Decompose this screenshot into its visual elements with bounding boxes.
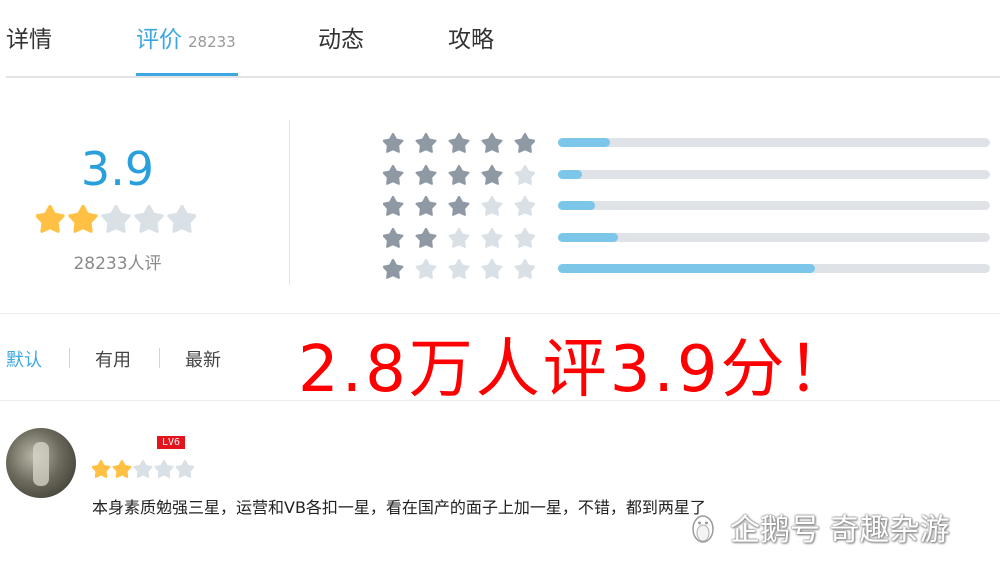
star-empty-icon <box>514 195 536 216</box>
star-filled-icon <box>382 258 404 279</box>
star-empty-icon <box>514 164 536 185</box>
star-filled-icon <box>382 164 404 185</box>
distribution-bar-track <box>558 138 990 147</box>
tab-news[interactable]: 动态 <box>318 20 364 54</box>
avatar-figure <box>33 442 49 486</box>
stars-svg <box>35 204 197 233</box>
distribution-bar-track <box>558 232 990 242</box>
distribution-row-1-stars <box>382 258 990 283</box>
tab-guides-label: 攻略 <box>448 27 494 53</box>
stars-svg <box>382 164 536 185</box>
distribution-bar-track <box>558 201 990 210</box>
distribution-stars <box>382 258 536 283</box>
star-empty-icon <box>101 204 131 233</box>
star-empty-icon <box>514 258 536 279</box>
filter-default[interactable]: 默认 <box>6 346 42 372</box>
distribution-bar-track <box>558 264 990 273</box>
filter-helpful[interactable]: 有用 <box>95 346 131 372</box>
tab-news-label: 动态 <box>318 27 364 53</box>
star-empty-icon <box>175 459 195 478</box>
stars-svg <box>382 195 536 216</box>
star-filled-icon <box>112 459 132 478</box>
rating-score: 3.9 <box>80 142 155 196</box>
star-empty-icon <box>448 258 470 279</box>
avatar[interactable] <box>6 428 76 498</box>
stars-svg <box>382 258 536 279</box>
filter-separator <box>69 348 70 368</box>
tab-guides[interactable]: 攻略 <box>448 20 494 54</box>
distribution-stars <box>382 164 536 189</box>
star-filled-icon <box>382 132 404 153</box>
star-empty-icon <box>448 227 470 248</box>
star-empty-icon <box>481 227 503 248</box>
tab-reviews-label: 评价 <box>136 27 182 53</box>
star-filled-icon <box>481 164 503 185</box>
star-filled-icon <box>415 227 437 248</box>
tab-divider <box>6 76 1000 78</box>
star-filled-icon <box>415 164 437 185</box>
star-empty-icon <box>415 258 437 279</box>
star-filled-icon <box>481 132 503 153</box>
star-empty-icon <box>481 258 503 279</box>
filter-latest[interactable]: 最新 <box>185 346 221 372</box>
star-filled-icon <box>382 195 404 216</box>
tab-details-label: 详情 <box>6 27 52 53</box>
distribution-row-5-stars <box>382 132 990 157</box>
stars-svg <box>382 132 536 153</box>
watermark: 企鹅号 奇趣杂游 <box>730 513 950 548</box>
review-stars <box>91 459 195 480</box>
star-filled-icon <box>415 195 437 216</box>
distribution-bar-fill <box>558 264 816 273</box>
rating-count: 28233人评 <box>73 254 162 274</box>
star-empty-icon <box>154 459 174 478</box>
distribution-bar-track <box>558 169 990 179</box>
headline-overlay: 2.8万人评3.9分！ <box>298 333 855 407</box>
tab-details[interactable]: 详情 <box>6 20 52 54</box>
level-badge: LV6 <box>157 436 185 449</box>
distribution-stars <box>382 195 536 220</box>
star-filled-icon <box>448 132 470 153</box>
distribution-stars <box>382 132 536 157</box>
tab-reviews-count: 28233 <box>188 33 236 51</box>
stars-svg <box>382 227 536 248</box>
distribution-bar-fill <box>558 232 619 242</box>
star-empty-icon <box>133 459 153 478</box>
star-filled-icon <box>35 204 65 233</box>
section-divider <box>0 400 1000 401</box>
star-filled-icon <box>382 227 404 248</box>
star-empty-icon <box>514 227 536 248</box>
distribution-bar-fill <box>558 169 582 179</box>
stars-svg <box>91 459 195 478</box>
star-filled-icon <box>448 164 470 185</box>
filter-separator <box>159 348 160 368</box>
star-empty-icon <box>134 204 164 233</box>
star-filled-icon <box>91 459 111 478</box>
distribution-row-2-stars <box>382 227 990 252</box>
tab-reviews[interactable]: 评价 28233 <box>136 20 236 54</box>
star-filled-icon <box>514 132 536 153</box>
distribution-row-3-stars <box>382 195 990 220</box>
tab-bar: 详情 评价 28233 动态 攻略 <box>0 0 1000 78</box>
distribution-row-4-stars <box>382 164 990 189</box>
star-empty-icon <box>167 204 197 233</box>
star-filled-icon <box>68 204 98 233</box>
star-empty-icon <box>481 195 503 216</box>
rating-divider <box>289 120 290 285</box>
penguin-logo-icon <box>692 515 714 543</box>
rating-stars <box>35 204 197 239</box>
distribution-bar-fill <box>558 138 610 147</box>
distribution-bar-fill <box>558 201 595 210</box>
distribution-stars <box>382 227 536 252</box>
star-filled-icon <box>415 132 437 153</box>
review-text: 本身素质勉强三星，运营和VB各扣一星，看在国产的面子上加一星，不错，都到两星了 <box>92 498 706 517</box>
section-divider <box>0 313 1000 314</box>
star-filled-icon <box>448 195 470 216</box>
